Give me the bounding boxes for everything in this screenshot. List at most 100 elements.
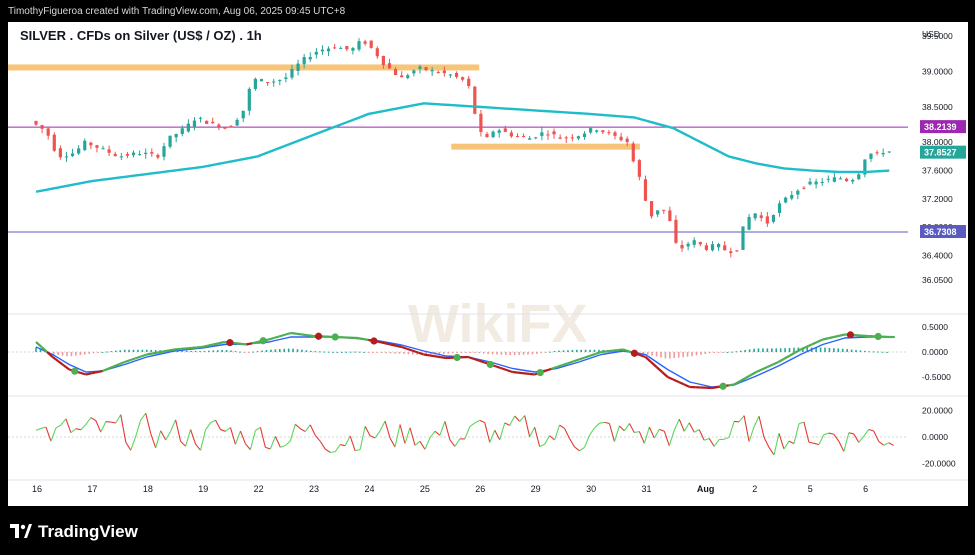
macd-cross-dot [874,332,882,341]
oscillator-segment [743,415,750,442]
oscillator-segment [200,429,207,451]
macd-line-segment [440,356,447,360]
oscillator-segment [479,419,486,424]
macd-histogram-bar [536,352,538,354]
macd-cross-dot [259,337,267,345]
oscillator-segment [853,433,860,443]
candle-body [735,250,739,252]
macd-histogram-bar [691,352,693,357]
macd-histogram-bar [744,349,746,352]
macd-line-segment [800,345,807,351]
candle-body [528,138,532,140]
candle-body [58,148,62,158]
macd-histogram-bar [704,352,707,354]
macd-histogram-bar [97,352,99,353]
oscillator-segment [559,424,565,429]
macd-histogram-bar [341,351,343,353]
macd-cross-dot [71,367,79,375]
oscillator-segment [60,418,67,426]
macd-line-segment [423,353,430,357]
price-chart[interactable]: WikiFX SILVER . CFDs on Silver (US$ / OZ)… [8,22,968,506]
oscillator-segment [150,433,157,449]
macd-histogram-bar [137,349,139,352]
macd-line-segment [80,371,87,376]
x-tick-label: 22 [254,484,264,494]
oscillator-segment [185,429,192,447]
macd-histogram-bar [762,348,764,352]
oscillator-segment [868,428,874,432]
macd-line-segment [395,344,402,349]
macd-histogram-bar [146,349,148,352]
macd-histogram-bar [208,350,210,352]
macd-line-segment [617,348,624,352]
macd-line-segment [650,361,658,368]
oscillator-segment [115,414,122,424]
candle-body [838,178,843,180]
x-tick-label: 31 [641,484,651,494]
oscillator-segment [334,444,341,453]
candle-body [771,215,776,222]
macd-cross-dot [370,337,378,345]
macd-histogram-bar [567,350,569,352]
macd-histogram-bar [460,352,463,353]
macd-line-segment [213,342,220,346]
oscillator-segment [75,428,81,431]
oscillator-segment [489,430,496,443]
oscillator-segment [85,417,92,425]
oscillator-segment [245,443,251,451]
macd-histogram-bar [79,352,82,355]
oscillator-segment [364,426,371,436]
oscillator-segment [70,428,77,434]
candle-body [820,182,824,184]
macd-histogram-bar [225,350,228,352]
oscillator-segment [210,419,216,424]
macd-histogram-bar [496,352,498,355]
candle-body [479,113,483,132]
chart-frame[interactable]: WikiFX SILVER . CFDs on Silver (US$ / OZ)… [8,22,968,506]
oscillator-segment [389,437,396,448]
oscillator-segment [205,422,211,431]
macd-histogram-bar [700,352,702,355]
macd-line-segment [118,360,126,366]
macd-line-segment [467,355,475,360]
x-tick-label: 18 [143,484,153,494]
oscillator-segment [628,423,635,433]
price-tick-label: 39.5000 [922,31,953,41]
oscillator-segment [808,441,815,444]
x-tick-label: 25 [420,484,430,494]
macd-line-segment [601,350,607,354]
candle-body [674,219,678,243]
macd-line-segment [96,369,103,374]
oscillator-segment [608,423,615,442]
candle-body [89,142,93,146]
macd-histogram-bar [713,352,715,353]
candle-body [125,154,130,156]
oscillator-segment [220,429,226,432]
macd-line-segment [655,366,663,373]
oscillator-segment [768,447,775,456]
macd-line-segment [379,340,386,345]
oscillator-segment [355,449,361,452]
macd-histogram-bar [203,350,206,352]
oscillator-segment [314,434,321,442]
candle-body [558,137,562,139]
candle-body [595,130,599,132]
candle-body [393,69,398,76]
macd-tick-label: 0.5000 [922,322,948,332]
oscillator-segment [304,424,311,432]
macd-histogram-bar [123,349,126,352]
oscillator-segment [569,438,576,448]
candle-body [296,63,300,71]
oscillator-segment [65,418,72,433]
macd-line-segment [429,354,436,358]
candle-body [162,146,166,157]
candle-body [729,251,733,254]
macd-histogram-bar [677,352,680,358]
macd-line-segment [191,346,197,350]
oscillator-segment [469,422,476,428]
candle-body [814,181,818,185]
oscillator-segment [793,423,800,444]
macd-histogram-bar [779,348,782,352]
macd-line-segment [362,337,369,342]
candle-body [473,86,477,114]
